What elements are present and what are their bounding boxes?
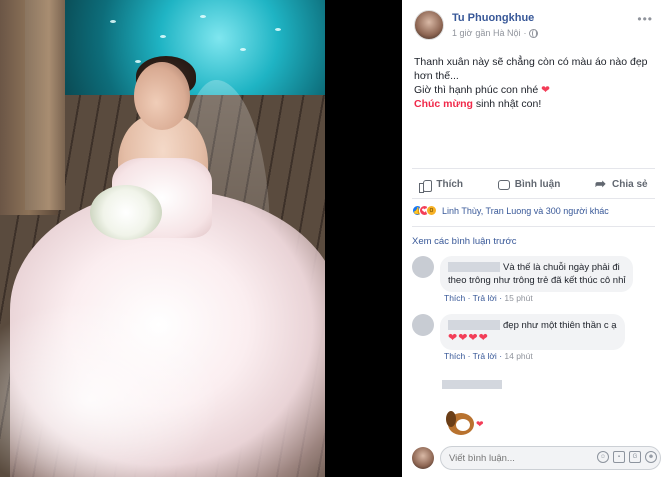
divider [412,168,655,169]
comment-reply-link[interactable]: Trả lời [473,293,497,303]
flower-bouquet [90,185,162,240]
post-location[interactable]: gần Hà Nội [475,28,520,38]
comment-reply-link[interactable]: Trả lời [473,351,497,361]
separator-dot: · [523,28,527,38]
post-text-line: Thanh xuân này sẽ chẳng còn có màu áo nà… [414,56,648,68]
author-avatar[interactable] [414,10,444,40]
share-button[interactable]: Chia sẻ [595,176,648,192]
commenter-avatar[interactable] [412,314,434,336]
thumbs-up-icon [419,179,433,193]
comment-text: theo trông như trông trẻ đã kết thúc cô … [448,275,626,286]
globe-icon[interactable] [529,28,539,38]
share-icon [595,176,607,192]
heart-icon: ❤ [476,419,484,429]
gif-icon[interactable]: G [629,451,641,463]
author-name[interactable]: Tu Phuongkhue [452,12,534,24]
comment-button[interactable]: Bình luận [497,179,561,190]
post-sidebar: Tu Phuongkhue 1 giờ gần Hà Nội · ••• Tha… [402,0,665,477]
comment-time[interactable]: 14 phút [504,351,532,361]
comment-like-link[interactable]: Thích [444,293,465,303]
post-text: Thanh xuân này sẽ chẳng còn có màu áo nà… [414,55,654,111]
camera-icon[interactable]: ▪ [613,451,625,463]
commenter-avatar[interactable] [412,256,434,278]
comment-composer: ☺ ▪ G ☻ [412,446,661,470]
sunlight-glow [0,300,220,477]
highlight-text: Chúc mừng [414,98,473,110]
commenter-name-redacted[interactable] [448,262,500,273]
comment-time[interactable]: 15 phút [504,293,532,303]
comment-input-wrap: ☺ ▪ G ☻ [434,446,661,470]
photo-backdrop [325,0,402,477]
wow-reaction-icon: o [426,205,437,216]
comment-like-link[interactable]: Thích [444,351,465,361]
hearts-emoji: ❤❤❤❤ [448,332,489,344]
divider [412,226,655,227]
comment-item: đẹp như một thiên thần c ạ ❤❤❤❤ [412,314,625,350]
post-text-fragment: Giờ thì hạnh phúc con nhé [414,84,539,96]
pool-glint [110,20,116,23]
heart-emoji: ❤ [541,84,550,96]
pool-glint [275,28,281,31]
comment-text: Và thế là chuỗi ngày phải đi [503,262,620,273]
commenter-name-redacted[interactable] [442,380,502,389]
more-options-icon[interactable]: ••• [637,12,653,26]
post-meta: 1 giờ gần Hà Nội · [452,28,539,38]
post-text-fragment: sinh nhật con! [472,98,542,110]
comment-label: Bình luận [514,179,561,190]
bride-face [134,62,190,130]
emoji-icon[interactable]: ☺ [597,451,609,463]
dog-face [456,419,470,431]
wedding-photo[interactable] [0,0,325,477]
action-bar: Thích Bình luận Chia sẻ [402,170,665,198]
comment-bubble: đẹp như một thiên thần c ạ ❤❤❤❤ [440,314,625,350]
dog-sticker: ❤ [446,407,484,439]
pool-glint [240,48,246,51]
comment-meta: Thích · Trả lời · 14 phút [444,351,533,361]
like-button[interactable]: Thích [419,179,464,193]
comment-meta: Thích · Trả lời · 15 phút [444,293,533,303]
commenter-name-redacted[interactable] [448,320,500,331]
wooden-pillar [25,0,65,210]
post-text-line: Chúc mừng sinh nhật con! [414,97,654,111]
dog-ear [446,411,456,427]
composer-icons: ☺ ▪ G ☻ [597,451,657,463]
sticker-icon[interactable]: ☻ [645,451,657,463]
comment-icon [497,179,510,190]
pool-glint [200,15,206,18]
like-label: Thích [436,179,464,190]
photo-viewer: Tu Phuongkhue 1 giờ gần Hà Nội · ••• Tha… [0,0,665,477]
viewer-avatar [412,447,434,469]
divider [412,198,655,199]
reactions-summary[interactable]: 👍 ❤ o Linh Thùy, Tran Luong và 300 người… [412,205,609,216]
reaction-icons: 👍 ❤ o [412,205,437,216]
pool-glint [160,35,166,38]
comment-item: Và thế là chuỗi ngày phải đi theo trông … [412,256,634,292]
share-label: Chia sẻ [612,179,648,190]
view-previous-comments-link[interactable]: Xem các bình luận trước [412,236,516,247]
post-text-line: hơn thế... [414,70,459,82]
reactions-text[interactable]: Linh Thùy, Tran Luong và 300 người khác [442,206,609,216]
comment-bubble: Và thế là chuỗi ngày phải đi theo trông … [440,256,634,292]
post-text-line: Giờ thì hạnh phúc con nhé ❤ [414,83,654,97]
pool-glint [135,60,141,63]
comment-text: đẹp như một thiên thần c ạ [503,320,617,331]
post-time[interactable]: 1 giờ [452,28,472,38]
